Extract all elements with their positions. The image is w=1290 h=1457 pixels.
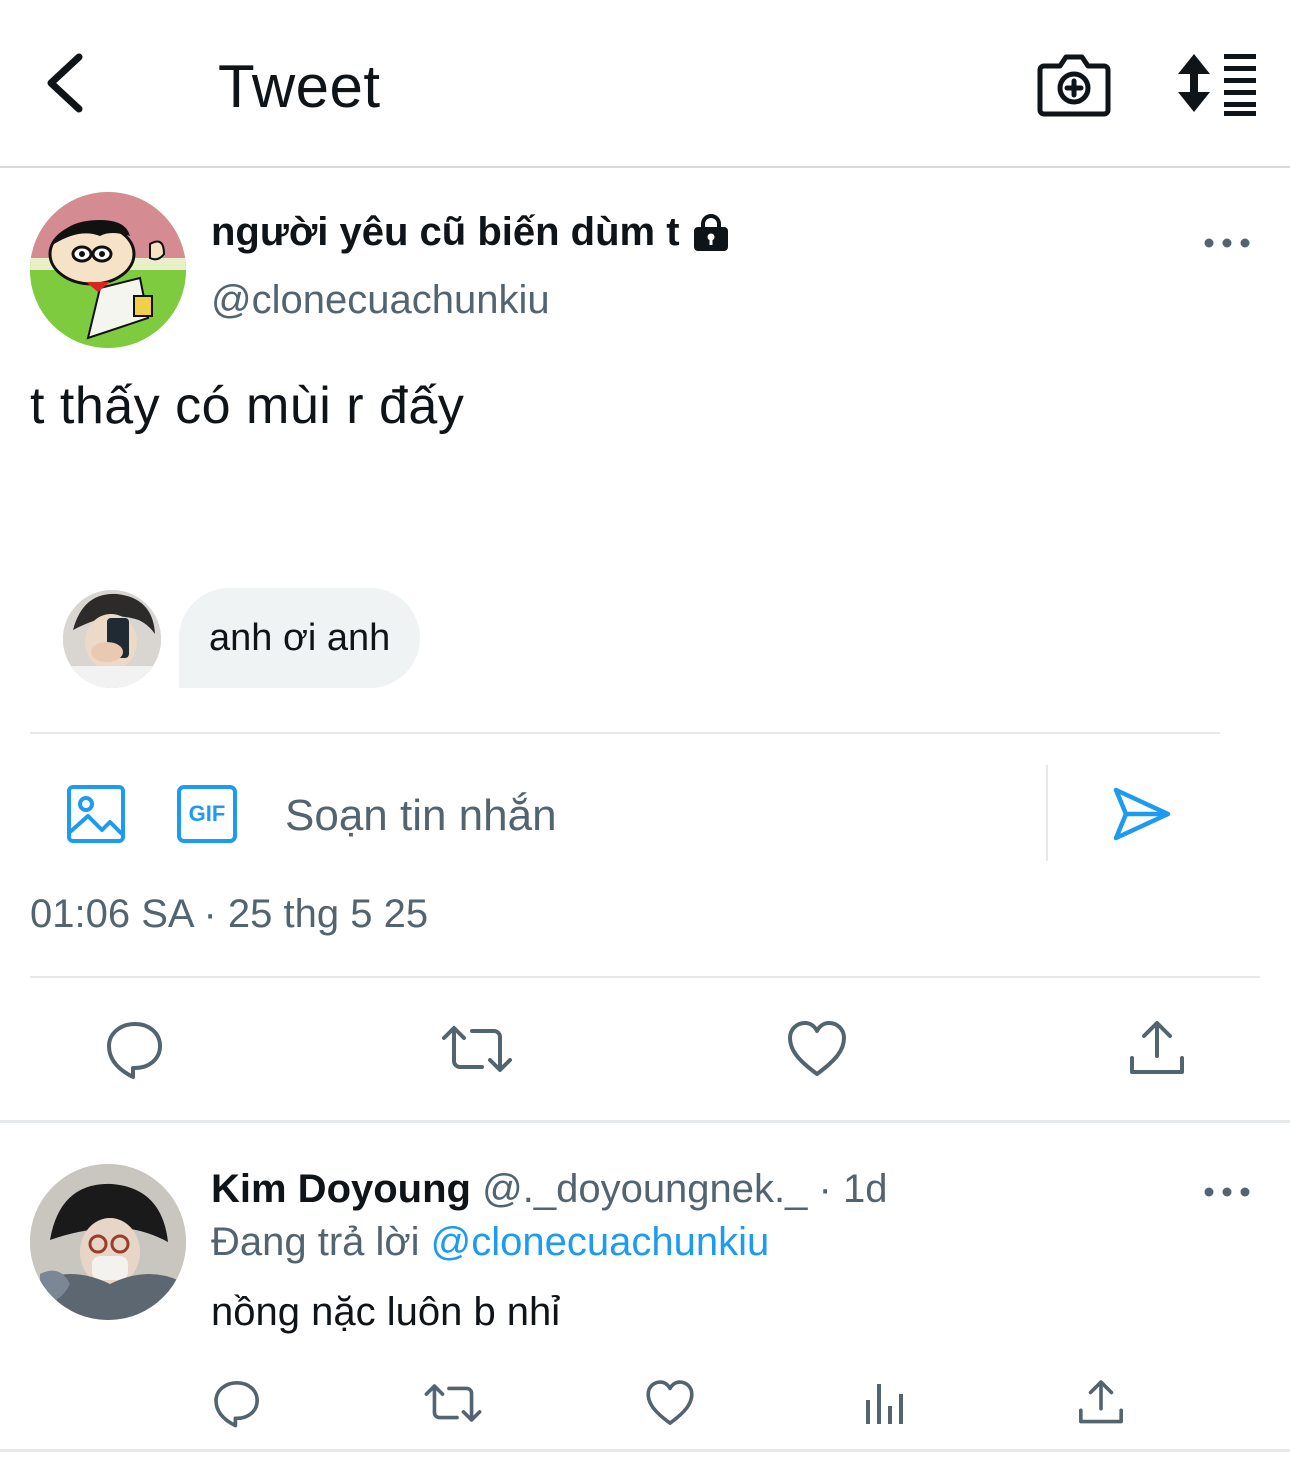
cartoon-avatar-image [30,192,186,348]
reply-reply-button[interactable] [212,1378,262,1428]
reply-icon [107,1022,162,1079]
like-button[interactable] [786,1018,848,1080]
sort-replies-button[interactable] [1176,50,1260,116]
dm-message-bubble: anh ơi anh [179,588,421,688]
back-button[interactable] [30,48,100,118]
image-icon [67,785,125,843]
lock-icon [690,212,732,254]
chevron-left-icon [47,53,83,113]
author-avatar[interactable] [30,192,186,348]
more-dots-icon [1204,238,1250,248]
sort-list-icon [1178,54,1256,116]
dm-message-text: anh ơi anh [209,616,391,659]
top-bar: Tweet [0,0,1290,168]
replying-to-prefix: Đang trả lời [211,1220,420,1264]
reply-more-options-button[interactable] [1200,1175,1254,1209]
person-photo-image [30,1164,186,1320]
divider [30,976,1260,978]
reply-share-button[interactable] [1076,1378,1126,1428]
add-image-button[interactable] [66,784,126,844]
author-handle[interactable]: @clonecuachunkiu [211,278,550,323]
reply-button[interactable] [104,1018,166,1080]
views-icon [866,1384,903,1424]
tweet-text: t thấy có mùi r đấy [30,377,465,435]
reply-like-button[interactable] [645,1378,695,1428]
more-dots-icon [1204,1187,1250,1197]
retweet-button[interactable] [442,1018,512,1080]
replying-to: Đang trả lời @clonecuachunkiu [211,1220,769,1265]
dm-sender-avatar[interactable] [63,590,161,688]
reply-header: Kim Doyoung @._doyoungnek._ · 1d [211,1167,887,1212]
reply-icon [214,1381,259,1428]
author-name-text: người yêu cũ biến dùm t [211,210,680,254]
reply-text: nồng nặc luôn b nhỉ [211,1290,561,1334]
add-gif-button[interactable]: GIF [176,784,238,844]
camera-button[interactable] [1036,48,1112,120]
page-title: Tweet [218,53,381,120]
share-icon [1079,1380,1123,1424]
reply-views-button[interactable] [862,1378,912,1428]
composer-separator [1046,765,1048,861]
gif-label: GIF [188,801,226,826]
reply-handle-time[interactable]: @._doyoungnek._ · 1d [482,1167,887,1211]
retweet-icon [424,1384,482,1422]
message-input[interactable]: Soạn tin nhắn [285,786,1025,846]
like-icon [646,1380,694,1425]
retweet-icon [442,1026,512,1072]
share-button[interactable] [1126,1018,1188,1080]
share-icon [1130,1021,1184,1074]
divider [0,1120,1290,1123]
tweet-timestamp[interactable]: 01:06 SA · 25 thg 5 25 [30,892,428,937]
send-icon [1113,787,1171,841]
divider [30,732,1220,734]
author-display-name[interactable]: người yêu cũ biến dùm t [211,210,732,255]
send-button[interactable] [1112,784,1172,844]
camera-plus-icon [1037,54,1111,117]
divider [0,1449,1290,1452]
reply-author-avatar[interactable] [30,1164,186,1320]
person-photo-image [63,590,161,688]
like-icon [788,1021,846,1076]
replying-to-handle-link[interactable]: @clonecuachunkiu [431,1220,770,1264]
reply-author-name[interactable]: Kim Doyoung [211,1167,471,1211]
more-options-button[interactable] [1200,226,1254,260]
reply-retweet-button[interactable] [424,1378,482,1428]
